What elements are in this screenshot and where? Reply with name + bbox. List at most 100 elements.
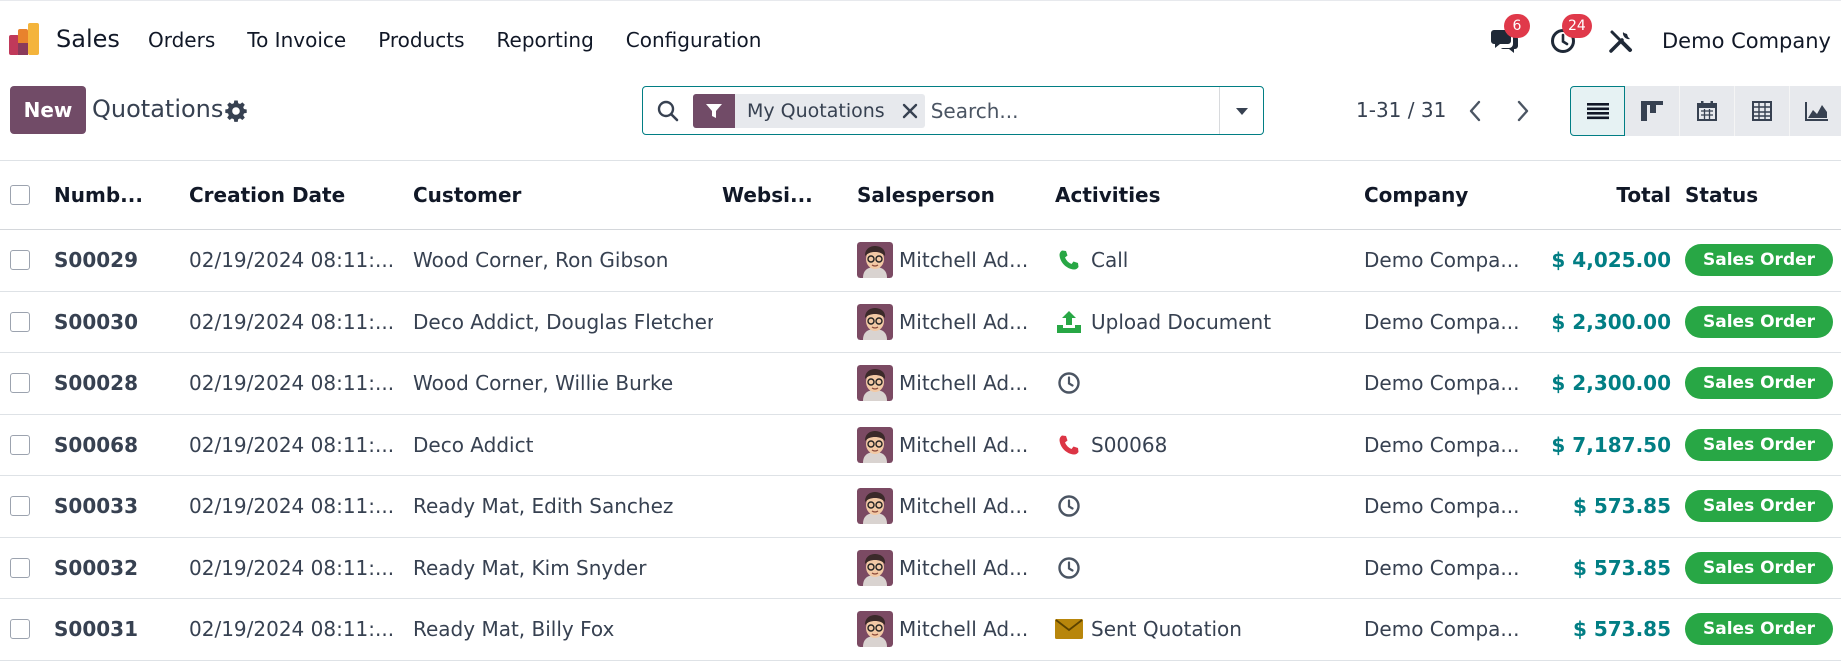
cell-number[interactable]: S00032	[54, 538, 174, 599]
cell-total[interactable]: $ 573.85	[1520, 538, 1671, 599]
column-header-salesperson[interactable]: Salesperson	[857, 161, 1057, 229]
cell-creation-date[interactable]: 02/19/2024 08:11:...	[189, 353, 399, 414]
cell-website[interactable]	[722, 599, 832, 660]
table-row[interactable]: S00028 02/19/2024 08:11:... Wood Corner,…	[0, 353, 1841, 415]
envelope-icon[interactable]	[1055, 615, 1083, 643]
cell-customer[interactable]: Wood Corner, Willie Burke	[413, 353, 713, 414]
cell-total[interactable]: $ 2,300.00	[1520, 292, 1671, 353]
table-row[interactable]: S00068 02/19/2024 08:11:... Deco Addict …	[0, 415, 1841, 476]
row-checkbox[interactable]	[10, 557, 30, 578]
table-row[interactable]: S00030 02/19/2024 08:11:... Deco Addict,…	[0, 292, 1841, 353]
cell-status[interactable]: Sales Order	[1685, 599, 1841, 660]
cell-number[interactable]: S00030	[54, 292, 174, 353]
cell-status[interactable]: Sales Order	[1685, 292, 1841, 353]
cell-status[interactable]: Sales Order	[1685, 538, 1841, 599]
cell-status[interactable]: Sales Order	[1685, 415, 1841, 476]
cell-activities[interactable]: Sent Quotation	[1055, 599, 1355, 660]
cell-company[interactable]: Demo Compa...	[1364, 476, 1524, 537]
menu-item-configuration[interactable]: Configuration	[626, 28, 762, 52]
cell-activities[interactable]	[1055, 476, 1355, 537]
remove-facet-button[interactable]	[895, 94, 925, 128]
cell-number[interactable]: S00068	[54, 415, 174, 476]
table-row[interactable]: S00032 02/19/2024 08:11:... Ready Mat, K…	[0, 538, 1841, 599]
cell-website[interactable]	[722, 230, 832, 291]
table-row[interactable]: S00033 02/19/2024 08:11:... Ready Mat, E…	[0, 476, 1841, 538]
clock-icon[interactable]	[1055, 369, 1083, 397]
cell-website[interactable]	[722, 538, 832, 599]
row-checkbox[interactable]	[10, 496, 30, 517]
cell-website[interactable]	[722, 292, 832, 353]
messages-button[interactable]: 6	[1488, 14, 1531, 58]
cell-activities[interactable]: S00068	[1055, 415, 1355, 476]
company-switcher[interactable]: Demo Company	[1662, 29, 1831, 53]
cell-total[interactable]: $ 4,025.00	[1520, 230, 1671, 291]
pager-value[interactable]: 1-31 / 31	[1356, 98, 1446, 122]
row-checkbox[interactable]	[10, 373, 30, 394]
cell-customer[interactable]: Deco Addict	[413, 415, 713, 476]
table-row[interactable]: S00031 02/19/2024 08:11:... Ready Mat, B…	[0, 599, 1841, 661]
activities-button[interactable]: 24	[1546, 14, 1592, 58]
clock-icon[interactable]	[1055, 492, 1083, 520]
cell-creation-date[interactable]: 02/19/2024 08:11:...	[189, 230, 399, 291]
cell-website[interactable]	[722, 476, 832, 537]
list-view-button[interactable]	[1570, 86, 1625, 136]
cell-company[interactable]: Demo Compa...	[1364, 353, 1524, 414]
menu-item-orders[interactable]: Orders	[148, 28, 215, 52]
cell-salesperson[interactable]: Mitchell Ad...	[857, 230, 1057, 291]
cell-total[interactable]: $ 7,187.50	[1520, 415, 1671, 476]
cell-activities[interactable]: Upload Document	[1055, 292, 1355, 353]
cell-status[interactable]: Sales Order	[1685, 230, 1841, 291]
cell-number[interactable]: S00028	[54, 353, 174, 414]
menu-item-to-invoice[interactable]: To Invoice	[247, 28, 346, 52]
cell-creation-date[interactable]: 02/19/2024 08:11:...	[189, 292, 399, 353]
pager-previous-button[interactable]	[1460, 96, 1490, 126]
column-header-website[interactable]: Websi...	[722, 161, 832, 229]
cell-company[interactable]: Demo Compa...	[1364, 538, 1524, 599]
cell-salesperson[interactable]: Mitchell Ad...	[857, 353, 1057, 414]
cell-creation-date[interactable]: 02/19/2024 08:11:...	[189, 538, 399, 599]
pivot-view-button[interactable]	[1735, 86, 1790, 136]
select-all-checkbox[interactable]	[10, 185, 30, 205]
cell-salesperson[interactable]: Mitchell Ad...	[857, 415, 1057, 476]
column-header-status[interactable]: Status	[1685, 161, 1841, 229]
new-button[interactable]: New	[10, 86, 86, 134]
calendar-view-button[interactable]	[1680, 86, 1735, 136]
clock-icon[interactable]	[1055, 554, 1083, 582]
cell-customer[interactable]: Ready Mat, Billy Fox	[413, 599, 713, 660]
gear-icon[interactable]	[224, 99, 248, 123]
cell-salesperson[interactable]: Mitchell Ad...	[857, 538, 1057, 599]
cell-customer[interactable]: Deco Addict, Douglas Fletcher	[413, 292, 713, 353]
cell-creation-date[interactable]: 02/19/2024 08:11:...	[189, 599, 399, 660]
debug-tools-button[interactable]	[1604, 24, 1638, 58]
cell-salesperson[interactable]: Mitchell Ad...	[857, 476, 1057, 537]
cell-number[interactable]: S00031	[54, 599, 174, 660]
cell-number[interactable]: S00029	[54, 230, 174, 291]
search-input[interactable]	[930, 90, 1219, 131]
column-header-activities[interactable]: Activities	[1055, 161, 1355, 229]
cell-activities[interactable]: Call	[1055, 230, 1355, 291]
table-row[interactable]: S00029 02/19/2024 08:11:... Wood Corner,…	[0, 230, 1841, 292]
phone-icon[interactable]	[1055, 246, 1083, 274]
cell-creation-date[interactable]: 02/19/2024 08:11:...	[189, 476, 399, 537]
menu-item-reporting[interactable]: Reporting	[497, 28, 594, 52]
upload-icon[interactable]	[1055, 308, 1083, 336]
cell-total[interactable]: $ 573.85	[1520, 599, 1671, 660]
cell-salesperson[interactable]: Mitchell Ad...	[857, 599, 1057, 660]
menu-item-products[interactable]: Products	[378, 28, 464, 52]
column-header-creation-date[interactable]: Creation Date	[189, 161, 399, 229]
column-header-number[interactable]: Numb...	[54, 161, 174, 229]
row-checkbox[interactable]	[10, 434, 30, 455]
cell-company[interactable]: Demo Compa...	[1364, 599, 1524, 660]
cell-number[interactable]: S00033	[54, 476, 174, 537]
app-name[interactable]: Sales	[56, 25, 120, 53]
cell-company[interactable]: Demo Compa...	[1364, 230, 1524, 291]
cell-customer[interactable]: Wood Corner, Ron Gibson	[413, 230, 713, 291]
search-options-toggle[interactable]	[1219, 87, 1263, 134]
column-header-company[interactable]: Company	[1364, 161, 1524, 229]
row-checkbox[interactable]	[10, 250, 30, 271]
column-header-total[interactable]: Total	[1520, 161, 1671, 229]
column-header-customer[interactable]: Customer	[413, 161, 713, 229]
cell-status[interactable]: Sales Order	[1685, 353, 1841, 414]
cell-total[interactable]: $ 2,300.00	[1520, 353, 1671, 414]
row-checkbox[interactable]	[10, 619, 30, 640]
